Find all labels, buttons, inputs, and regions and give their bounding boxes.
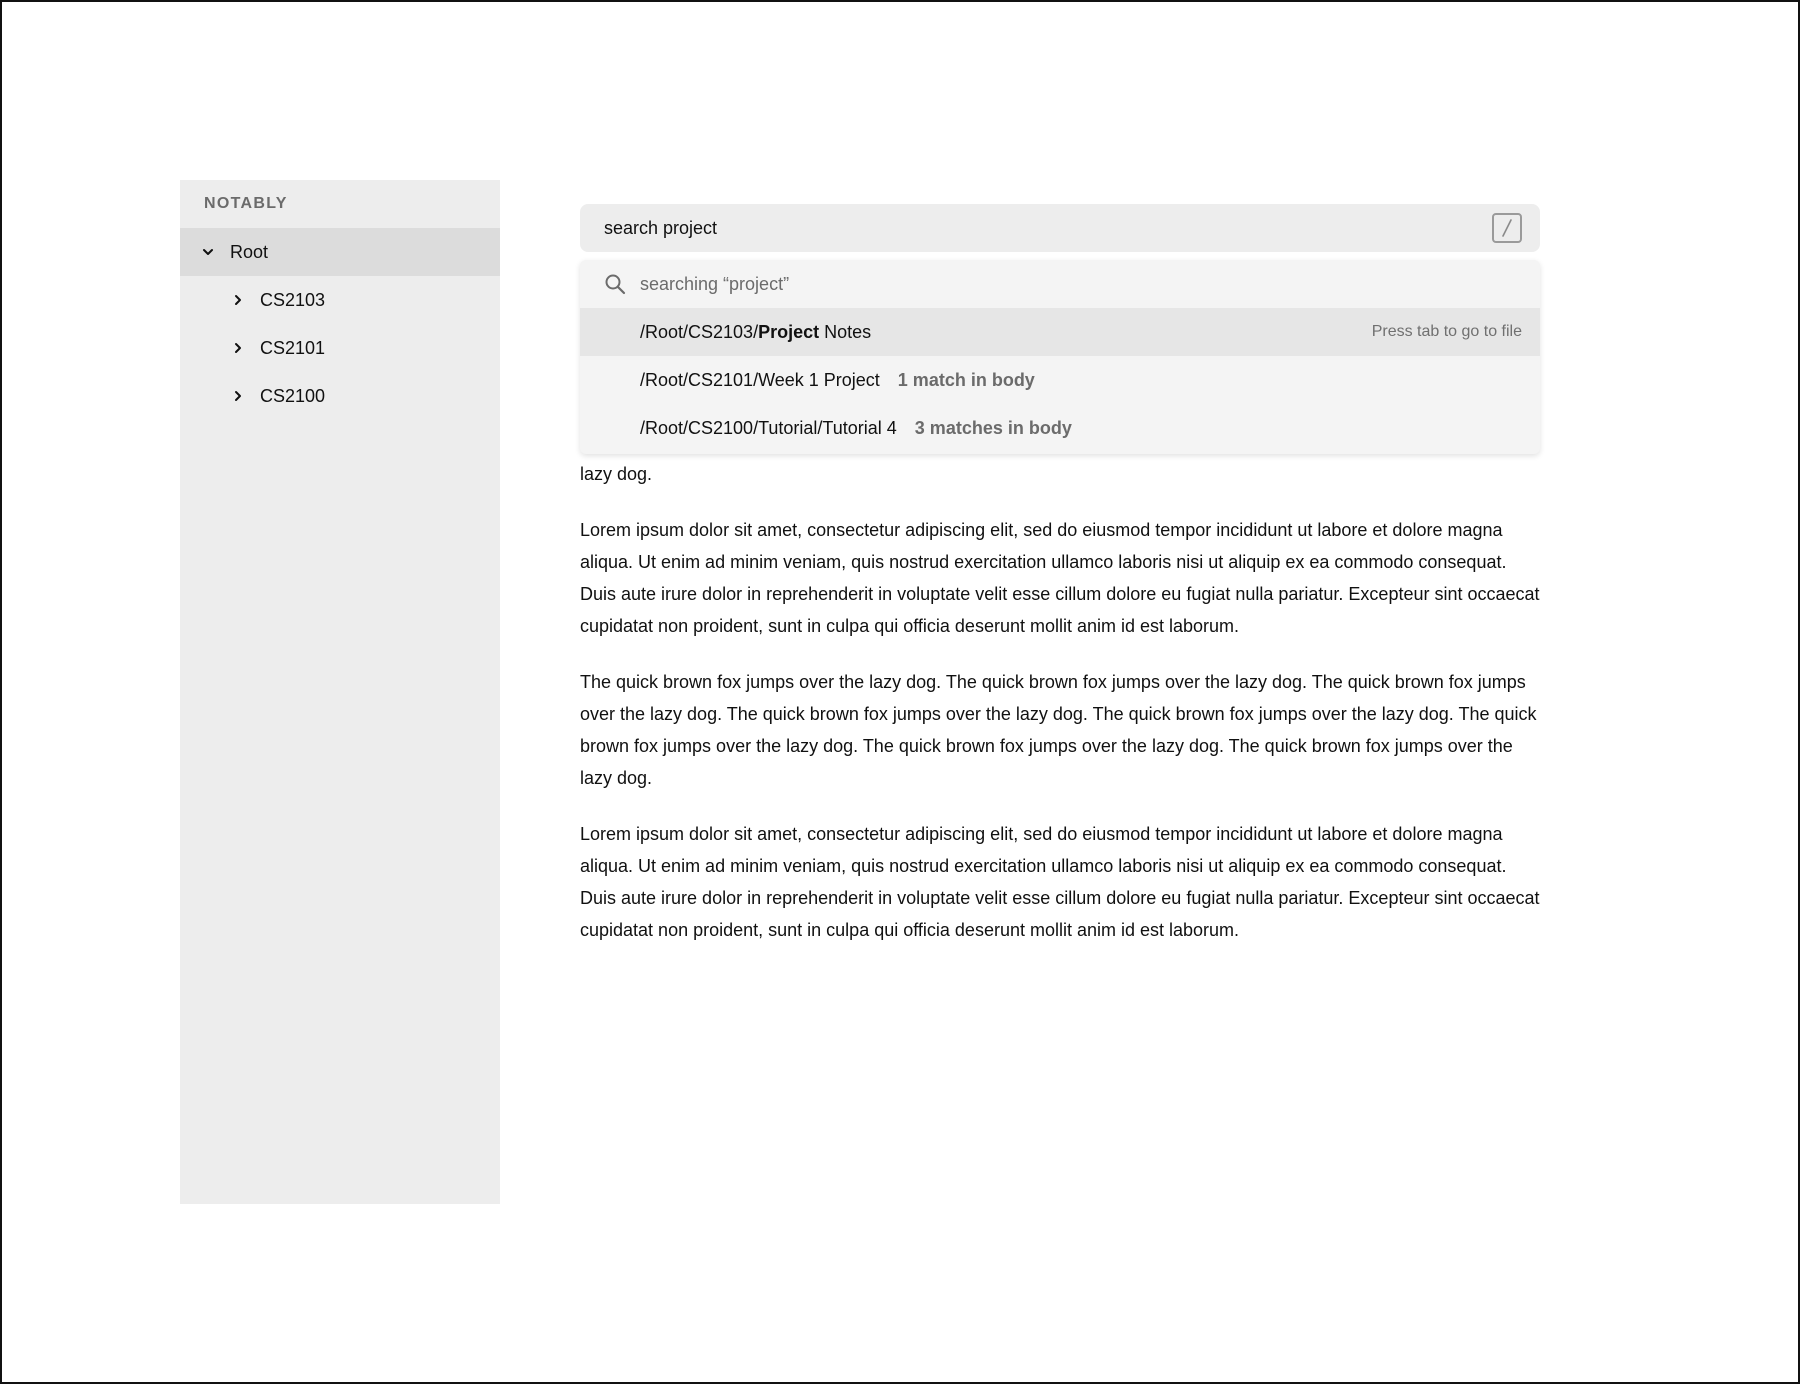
result-path-prefix: /Root/CS2103/ [640, 321, 759, 342]
searching-label: searching “project” [640, 273, 790, 294]
result-path-suffix: Notes [819, 321, 872, 342]
tree-item-label: CS2103 [260, 289, 326, 310]
slash-shortcut-icon [1492, 213, 1522, 243]
note-content: lazy dog. Lorem ipsum dolor sit amet, co… [580, 458, 1542, 970]
search-result-item[interactable]: /Root/CS2101/Week 1 Project 1 match in b… [580, 356, 1540, 404]
paragraph: Lorem ipsum dolor sit amet, consectetur … [580, 520, 1540, 636]
chevron-right-icon[interactable] [230, 340, 246, 356]
result-path: /Root/CS2100/Tutorial/Tutorial 4 [640, 417, 897, 438]
search-result-item[interactable]: /Root/CS2100/Tutorial/Tutorial 4 3 match… [580, 404, 1540, 452]
result-match-count: 3 matches in body [914, 417, 1072, 438]
search-icon [604, 273, 626, 295]
chevron-down-icon[interactable] [200, 244, 216, 260]
chevron-right-icon[interactable] [230, 388, 246, 404]
paragraph: lazy dog. [580, 464, 653, 484]
tree-item-cs2101[interactable]: CS2101 [180, 324, 500, 372]
chevron-right-icon[interactable] [230, 292, 246, 308]
search-result-item[interactable]: /Root/CS2103/Project Notes Press tab to … [580, 308, 1540, 356]
tree-item-cs2100[interactable]: CS2100 [180, 372, 500, 420]
result-match-count: 1 match in body [897, 369, 1035, 390]
tree-item-label: Root [230, 241, 269, 262]
paragraph: Lorem ipsum dolor sit amet, consectetur … [580, 824, 1540, 940]
paragraph: The quick brown fox jumps over the lazy … [580, 672, 1537, 788]
searching-status: searching “project” [580, 260, 1540, 308]
app-title: NOTABLY [204, 195, 288, 212]
tree-item-label: CS2100 [260, 385, 326, 406]
search-input[interactable] [604, 217, 1492, 239]
result-path-match: Project [758, 321, 820, 342]
search-results-dropdown: searching “project” /Root/CS2103/Project… [580, 260, 1540, 454]
search-bar[interactable] [580, 204, 1540, 252]
tree-item-root[interactable]: Root [180, 228, 500, 276]
tab-hint: Press tab to go to file [1371, 323, 1522, 340]
result-path: /Root/CS2101/Week 1 Project [640, 369, 880, 390]
tree-item-cs2103[interactable]: CS2103 [180, 276, 500, 324]
sidebar: NOTABLY Root CS2103 CS2101 CS2100 [180, 180, 500, 1204]
tree-item-label: CS2101 [260, 337, 326, 358]
